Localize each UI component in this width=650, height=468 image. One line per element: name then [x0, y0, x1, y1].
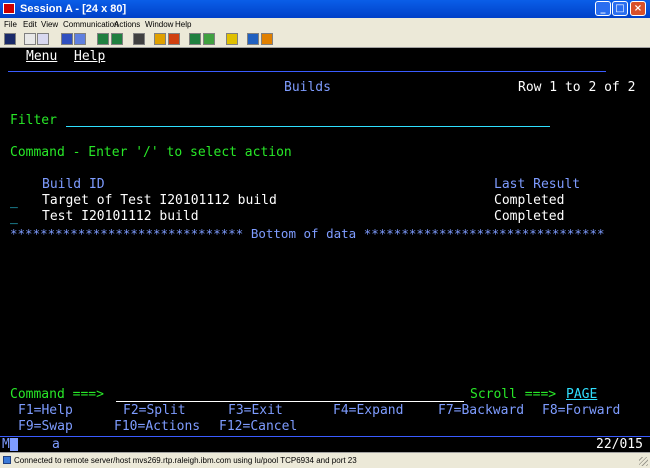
- close-button[interactable]: ×: [630, 1, 646, 16]
- fkey-name: F1: [18, 403, 34, 418]
- stop-macro-icon[interactable]: [168, 33, 180, 45]
- fkey-label: Cancel: [250, 419, 298, 434]
- last-result-cell: Completed: [494, 193, 565, 208]
- edit-icon[interactable]: [261, 33, 273, 45]
- menu-bar: File Edit View Communication Actions Win…: [0, 18, 650, 31]
- fkey-name: F7: [438, 403, 454, 418]
- fkey-name: F8: [542, 403, 558, 418]
- build-id-cell: Target of Test I20101112 build: [42, 193, 277, 208]
- fkey-label: Expand: [356, 403, 404, 418]
- fkey-name: F2: [123, 403, 139, 418]
- toolbar: [0, 31, 650, 48]
- row-select-field[interactable]: _: [10, 194, 18, 210]
- command-hint: Command - Enter '/' to select action: [10, 145, 292, 160]
- row-info: Row 1 to 2 of 2: [518, 80, 636, 95]
- fkey-label: Actions: [145, 419, 201, 434]
- color-icon[interactable]: [133, 33, 145, 45]
- filter-label: Filter: [10, 113, 57, 128]
- menu-communication[interactable]: Communication: [63, 19, 119, 30]
- cursor-position: 22/015: [596, 437, 643, 452]
- display-icon[interactable]: [97, 33, 109, 45]
- build-id-cell: Test I20101112 build: [42, 209, 199, 224]
- operator-info-area: MA a 22/015: [0, 436, 650, 452]
- fkey-name: F10: [114, 419, 138, 434]
- row-select-field[interactable]: _: [10, 210, 18, 226]
- command-input[interactable]: [116, 401, 464, 402]
- bottom-of-data: ******************************* Bottom o…: [10, 226, 605, 241]
- copy-icon[interactable]: [24, 33, 36, 45]
- fkey-f7-backward[interactable]: F7=Backward: [438, 403, 524, 419]
- menu-help[interactable]: Help: [175, 19, 191, 30]
- status-bar: Connected to remote server/host mvs269.r…: [0, 452, 650, 468]
- fkey-name: F3: [228, 403, 244, 418]
- fkey-f12-cancel[interactable]: F12=Cancel: [219, 419, 297, 435]
- fkey-label: Split: [146, 403, 186, 418]
- fkey-name: F4: [333, 403, 349, 418]
- cursor-block: [10, 438, 18, 451]
- fkey-f9-swap[interactable]: F9=Swap: [18, 419, 73, 435]
- fkey-f2-split[interactable]: F2=Split: [123, 403, 186, 419]
- menu-view[interactable]: View: [41, 19, 58, 30]
- oia-indicator: a: [52, 437, 60, 452]
- print-screen-icon[interactable]: [4, 33, 16, 45]
- menu-actions[interactable]: Actions: [114, 19, 140, 30]
- fkey-f4-expand[interactable]: F4=Expand: [333, 403, 403, 419]
- fkey-label: Help: [41, 403, 73, 418]
- fkey-label: Forward: [565, 403, 621, 418]
- connection-icon: [3, 456, 11, 464]
- command-prompt: Command ===>: [10, 387, 104, 402]
- resize-grip-icon[interactable]: [639, 457, 648, 466]
- fkey-label: Backward: [461, 403, 525, 418]
- header-rule: [8, 71, 606, 72]
- menu-item-help[interactable]: Help: [74, 49, 105, 65]
- scroll-prompt: Scroll ===>: [470, 387, 557, 402]
- keyboard-icon[interactable]: [203, 33, 215, 45]
- play-macro-icon[interactable]: [189, 33, 201, 45]
- terminal-screen[interactable]: Menu Help Builds Row 1 to 2 of 2 Filter …: [0, 48, 650, 436]
- menu-item-menu[interactable]: Menu: [26, 49, 57, 65]
- app-icon[interactable]: [3, 3, 15, 14]
- fkey-name: F9: [18, 419, 34, 434]
- help-icon[interactable]: [247, 33, 259, 45]
- fkey-f3-exit[interactable]: F3=Exit: [228, 403, 283, 419]
- column-build-id: Build ID: [42, 177, 105, 192]
- title-bar: Session A - [24 x 80] _ □ ×: [0, 0, 650, 18]
- minimize-button[interactable]: _: [595, 1, 611, 16]
- send-icon[interactable]: [61, 33, 73, 45]
- fkey-name: F12: [219, 419, 243, 434]
- oia-rule: [0, 436, 650, 437]
- support-icon[interactable]: [226, 33, 238, 45]
- menu-edit[interactable]: Edit: [23, 19, 37, 30]
- fkey-label: Exit: [251, 403, 283, 418]
- macro-icon[interactable]: [111, 33, 123, 45]
- scroll-amount-field[interactable]: PAGE: [566, 387, 597, 403]
- fkey-f8-forward[interactable]: F8=Forward: [542, 403, 620, 419]
- fkey-f1-help[interactable]: F1=Help: [18, 403, 73, 419]
- fkey-f10-actions[interactable]: F10=Actions: [114, 419, 200, 435]
- menu-window[interactable]: Window: [145, 19, 173, 30]
- record-macro-icon[interactable]: [154, 33, 166, 45]
- maximize-button[interactable]: □: [612, 1, 628, 16]
- column-last-result: Last Result: [494, 177, 581, 192]
- receive-icon[interactable]: [74, 33, 86, 45]
- last-result-cell: Completed: [494, 209, 565, 224]
- page-title: Builds: [284, 80, 331, 95]
- connection-status: Connected to remote server/host mvs269.r…: [14, 456, 357, 465]
- filter-input[interactable]: [66, 126, 550, 127]
- fkey-label: Swap: [41, 419, 73, 434]
- window-title: Session A - [24 x 80]: [20, 3, 127, 15]
- paste-icon[interactable]: [37, 33, 49, 45]
- menu-file[interactable]: File: [4, 19, 17, 30]
